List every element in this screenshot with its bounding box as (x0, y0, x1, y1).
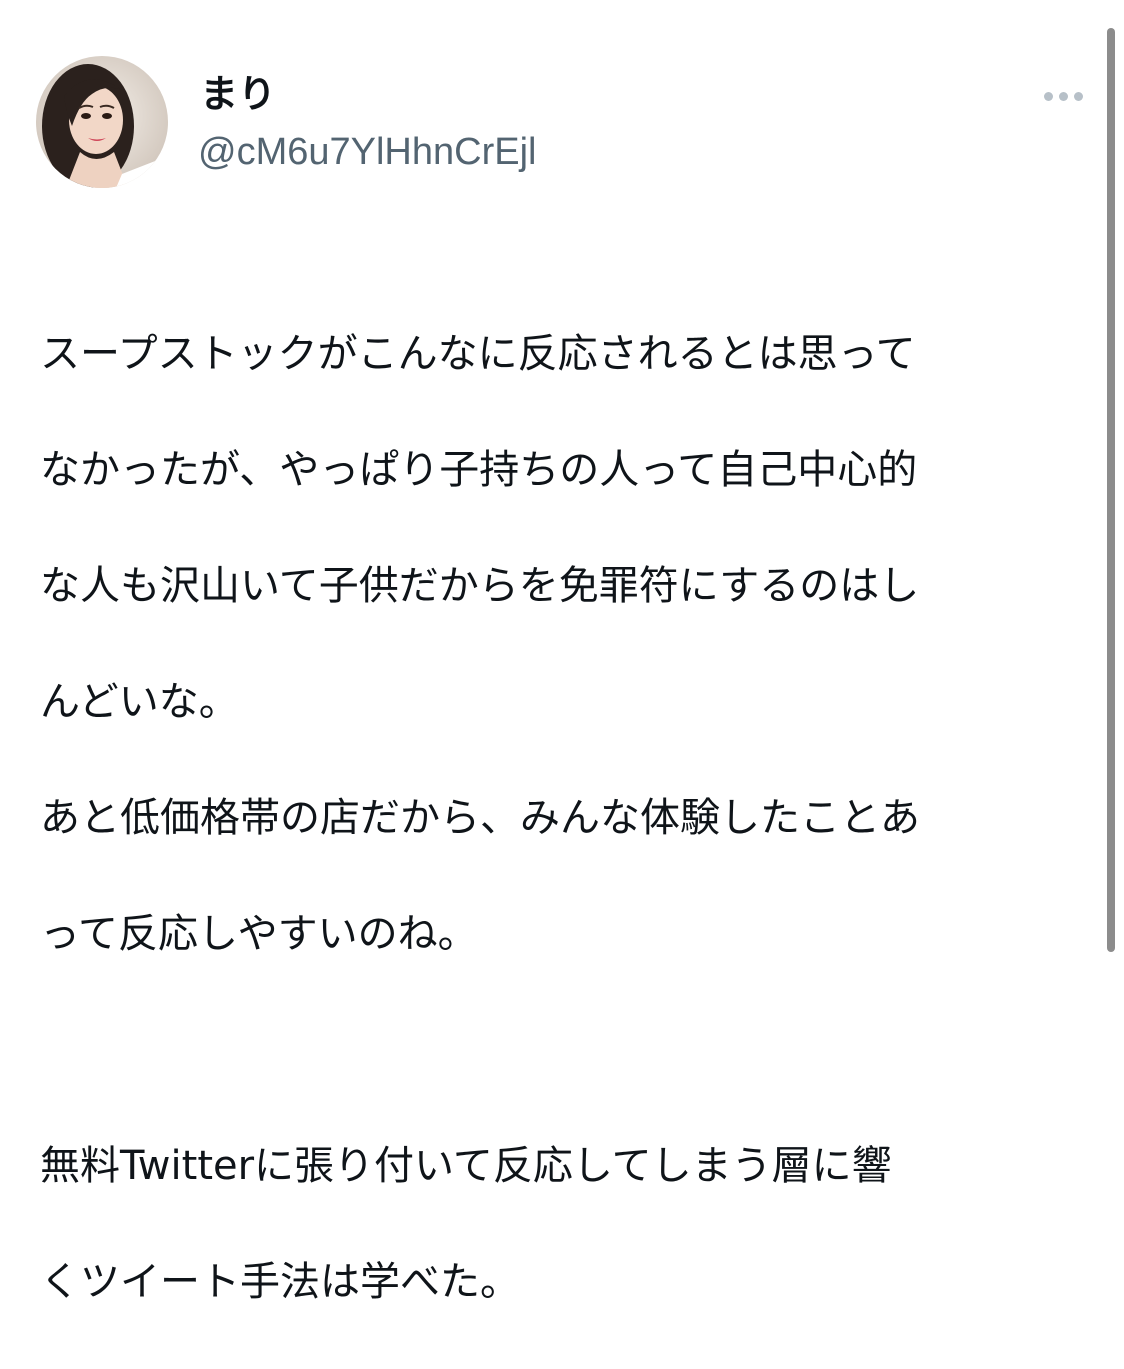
avatar[interactable] (36, 56, 168, 188)
more-horizontal-icon-dot (1058, 91, 1068, 101)
tweet-text-line: んどいな。 (40, 679, 239, 725)
profile-photo-icon (36, 56, 168, 188)
tweet-text-line: なかったが、やっぱり子持ちの人って自己中心的 (40, 447, 918, 493)
display-name[interactable]: まり (200, 70, 276, 118)
more-horizontal-icon (1043, 91, 1053, 101)
scrollbar[interactable] (1107, 28, 1115, 952)
tweet: まり @cM6u7YlHhnCrEjl スープストックがこんなに反応されるとは思… (0, 0, 1124, 1305)
tweet-text-line: くツイート手法は学べた。 (40, 1259, 520, 1305)
more-horizontal-icon-dot (1073, 91, 1083, 101)
tweet-text-line: 無料Twitterに張り付いて反応してしまう層に響 (40, 1143, 892, 1189)
more-options-button[interactable] (1034, 80, 1092, 112)
tweet-text-line: あと低価格帯の店だから、みんな体験したことあ (40, 795, 920, 841)
tweet-text: スープストックがこんなに反応されるとは思って なかったが、やっぱり子持ちの人って… (40, 267, 1090, 1369)
tweet-text-line: スープストックがこんなに反応されるとは思って (40, 331, 916, 377)
tweet-text-line (40, 1021, 1090, 1079)
tweet-text-line: って反応しやすいのね。 (40, 911, 478, 957)
username[interactable]: @cM6u7YlHhnCrEjl (198, 128, 536, 176)
tweet-text-line: な人も沢山いて子供だからを免罪符にするのはし (40, 563, 920, 609)
